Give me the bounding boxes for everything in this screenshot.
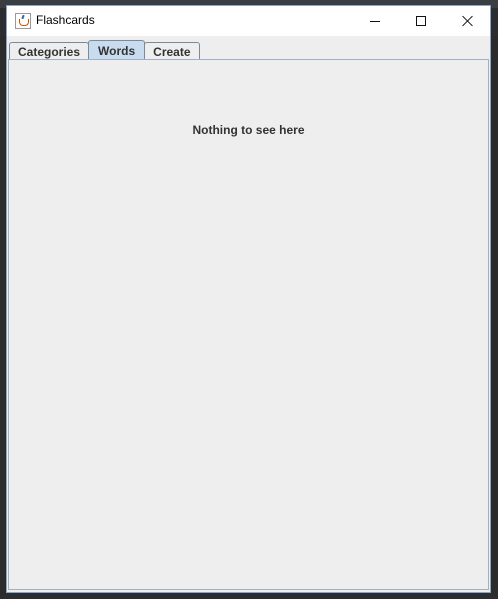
- window-title: Flashcards: [36, 13, 95, 27]
- minimize-button[interactable]: [352, 6, 398, 36]
- title-bar[interactable]: Flashcards: [7, 6, 490, 36]
- maximize-icon: [416, 16, 426, 26]
- words-tab-panel: Nothing to see here: [8, 59, 489, 590]
- maximize-button[interactable]: [398, 6, 444, 36]
- minimize-icon: [370, 20, 380, 22]
- close-button[interactable]: [444, 6, 490, 36]
- tab-words[interactable]: Words: [88, 40, 146, 60]
- tab-bar: Categories Words Create: [9, 38, 200, 60]
- tab-create[interactable]: Create: [144, 42, 200, 60]
- background-editor-right: [490, 36, 498, 596]
- flashcards-window: Flashcards Categories Words Create Nothi…: [6, 5, 491, 593]
- close-icon: [461, 15, 473, 27]
- tab-categories[interactable]: Categories: [9, 42, 90, 60]
- empty-state-message: Nothing to see here: [192, 123, 305, 137]
- java-coffee-cup-icon: [15, 13, 31, 29]
